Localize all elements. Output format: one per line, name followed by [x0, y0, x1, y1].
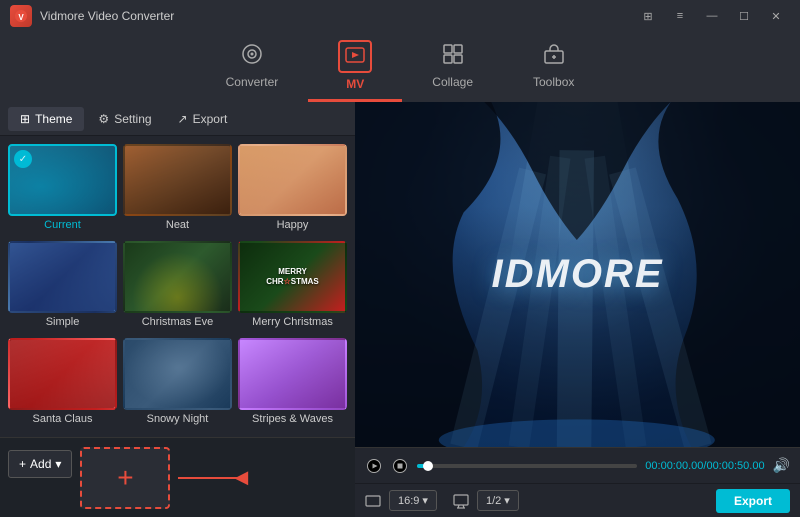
monitor-label: 1/2: [486, 495, 501, 507]
tab-toolbox[interactable]: Toolbox: [503, 35, 604, 100]
theme-item-santa[interactable]: Santa Claus: [8, 338, 117, 429]
nav-tabs: Converter MV Collage: [0, 32, 800, 102]
monitor-icon: [453, 493, 469, 509]
minimize-button[interactable]: —: [698, 5, 726, 27]
theme-thumb-santa: [8, 338, 117, 410]
theme-name-happy: Happy: [277, 219, 309, 231]
video-preview: IDMORE: [355, 102, 800, 447]
aspect-ratio-button[interactable]: 16:9 ▾: [389, 490, 437, 511]
ratio-dropdown-icon: ▾: [422, 494, 428, 507]
theme-name-current: Current: [44, 219, 81, 231]
export-button[interactable]: Export: [716, 489, 790, 513]
add-media-button[interactable]: + Add ▾: [8, 450, 72, 478]
tab-collage[interactable]: Collage: [402, 35, 503, 100]
theme-item-simple[interactable]: Simple: [8, 241, 117, 332]
tab-converter-label: Converter: [226, 75, 279, 89]
time-display: 00:00:00.00/00:00:50.00: [645, 460, 764, 472]
theme-name-stripes: Stripes & Waves: [252, 413, 333, 425]
media-add-placeholder[interactable]: +: [80, 447, 170, 509]
title-bar-controls: ⊞ ≡ — ☐ ✕: [634, 5, 790, 27]
theme-item-current[interactable]: ✓ Current: [8, 144, 117, 235]
theme-thumb-snowy: [123, 338, 232, 410]
converter-icon: [241, 43, 263, 71]
svg-text:V: V: [18, 13, 24, 22]
theme-grid: ✓ Current Neat Happy: [0, 136, 355, 437]
theme-thumb-simple: [8, 241, 117, 313]
add-label: Add: [30, 457, 51, 471]
subtab-theme-label: Theme: [35, 112, 72, 126]
theme-thumb-christmas-eve: [123, 241, 232, 313]
collage-icon: [442, 43, 464, 71]
theme-thumb-current: ✓: [8, 144, 117, 216]
add-icon: +: [19, 457, 26, 471]
theme-item-happy[interactable]: Happy: [238, 144, 347, 235]
placeholder-plus-icon: +: [117, 464, 133, 492]
theme-thumb-stripes: [238, 338, 347, 410]
close-button[interactable]: ✕: [762, 5, 790, 27]
subtab-setting[interactable]: ⚙ Setting: [86, 107, 163, 131]
theme-thumb-merry-christmas: MERRYCHR☆STMAS: [238, 241, 347, 313]
export-subtab-icon: ↗: [178, 112, 188, 126]
monitor-button[interactable]: 1/2 ▾: [477, 490, 519, 511]
right-panel: IDMORE 00:00:00.00/00:00:50.00 🔊 16:9: [355, 102, 800, 517]
video-watermark: IDMORE: [492, 252, 664, 297]
stop-button[interactable]: [391, 457, 409, 475]
subtab-export[interactable]: ↗ Export: [166, 107, 240, 131]
maximize-button[interactable]: ☐: [730, 5, 758, 27]
progress-dot: [423, 461, 433, 471]
subtab-export-label: Export: [193, 112, 228, 126]
arrow-head-icon: ◀: [234, 467, 248, 488]
theme-item-neat[interactable]: Neat: [123, 144, 232, 235]
app-logo: V: [10, 5, 32, 27]
main-area: ⊞ Theme ⚙ Setting ↗ Export ✓ Current: [0, 102, 800, 517]
title-bar-left: V Vidmore Video Converter: [10, 5, 174, 27]
progress-bar[interactable]: [417, 464, 637, 468]
theme-subtab-icon: ⊞: [20, 112, 30, 126]
media-strip: + Add ▾ + ◀: [0, 437, 355, 517]
arrow-line: [178, 477, 238, 479]
tab-mv[interactable]: MV: [308, 32, 402, 102]
sub-tabs: ⊞ Theme ⚙ Setting ↗ Export: [0, 102, 355, 136]
theme-item-snowy[interactable]: Snowy Night: [123, 338, 232, 429]
tab-collage-label: Collage: [432, 75, 473, 89]
theme-name-christmas-eve: Christmas Eve: [142, 316, 214, 328]
subtab-theme[interactable]: ⊞ Theme: [8, 107, 84, 131]
play-button[interactable]: [365, 457, 383, 475]
arrow-indicator: ◀: [178, 467, 248, 488]
theme-thumb-happy: [238, 144, 347, 216]
subtab-setting-label: Setting: [114, 112, 151, 126]
theme-item-stripes[interactable]: Stripes & Waves: [238, 338, 347, 429]
theme-name-snowy: Snowy Night: [147, 413, 209, 425]
tab-mv-label: MV: [346, 77, 364, 91]
theme-name-neat: Neat: [166, 219, 189, 231]
grid-button[interactable]: ⊞: [634, 5, 662, 27]
tab-converter[interactable]: Converter: [196, 35, 309, 100]
setting-subtab-icon: ⚙: [98, 112, 109, 126]
title-bar: V Vidmore Video Converter ⊞ ≡ — ☐ ✕: [0, 0, 800, 32]
volume-icon[interactable]: 🔊: [773, 457, 790, 474]
tab-toolbox-label: Toolbox: [533, 75, 574, 89]
bottom-controls: 16:9 ▾ 1/2 ▾ Export: [355, 483, 800, 517]
left-panel: ⊞ Theme ⚙ Setting ↗ Export ✓ Current: [0, 102, 355, 517]
theme-name-simple: Simple: [46, 316, 80, 328]
add-dropdown-icon: ▾: [55, 457, 61, 471]
menu-button[interactable]: ≡: [666, 5, 694, 27]
ratio-icon: [365, 493, 381, 509]
theme-name-santa: Santa Claus: [33, 413, 93, 425]
theme-item-merry-christmas[interactable]: MERRYCHR☆STMAS Merry Christmas: [238, 241, 347, 332]
theme-name-merry-christmas: Merry Christmas: [252, 316, 333, 328]
monitor-dropdown-icon: ▾: [504, 494, 510, 507]
theme-thumb-neat: [123, 144, 232, 216]
ratio-label: 16:9: [398, 495, 419, 507]
app-title: Vidmore Video Converter: [40, 9, 174, 23]
toolbox-icon: [543, 43, 565, 71]
theme-item-christmas-eve[interactable]: Christmas Eve: [123, 241, 232, 332]
video-controls: 00:00:00.00/00:00:50.00 🔊: [355, 447, 800, 483]
mv-icon-wrap: [338, 40, 372, 73]
